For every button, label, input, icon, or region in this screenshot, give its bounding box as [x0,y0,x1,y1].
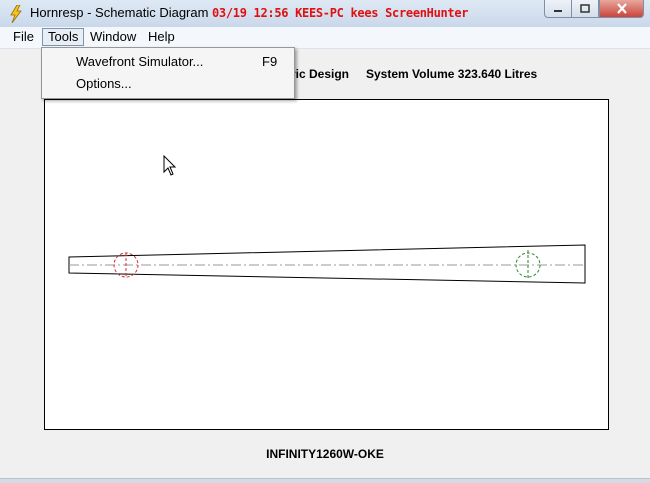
wavefront-simulator-label: Wavefront Simulator... [76,54,204,69]
mouse-cursor-icon [163,155,177,176]
maximize-icon [580,4,590,13]
design-label: tric Design [287,67,350,81]
menu-window[interactable]: Window [85,29,141,45]
menu-bar: File Tools Window Help [0,27,650,49]
menu-item-options[interactable]: Options... [42,73,294,95]
screenhunter-overlay: 03/19 12:56 KEES-PC kees ScreenHunter [212,6,469,20]
menu-item-wavefront-simulator[interactable]: Wavefront Simulator... F9 [42,51,294,73]
options-label: Options... [76,76,132,91]
window-title: Hornresp - Schematic Diagram [30,5,209,20]
schematic-canvas [44,99,609,430]
window-bottom-edge [0,478,650,483]
wavefront-simulator-shortcut: F9 [262,54,278,69]
maximize-button[interactable] [571,0,599,18]
tools-dropdown-menu: Wavefront Simulator... F9 Options... [41,47,295,99]
title-bar[interactable]: Hornresp - Schematic Diagram 03/19 12:56… [0,0,650,28]
minimize-button[interactable] [544,0,571,18]
horn-outline [68,244,586,284]
minimize-icon [554,9,562,12]
menu-file[interactable]: File [8,29,39,45]
window-controls [544,0,644,19]
close-icon [616,3,627,14]
lightning-bolt-icon [10,5,22,23]
close-button[interactable] [599,0,644,18]
app-window: Hornresp - Schematic Diagram 03/19 12:56… [0,0,650,483]
schematic-diagram [68,244,586,284]
system-volume-label: System Volume 323.640 Litres [366,67,538,81]
menu-tools[interactable]: Tools [42,28,85,46]
menu-help[interactable]: Help [143,29,180,45]
design-name: INFINITY1260W-OKE [266,447,384,461]
